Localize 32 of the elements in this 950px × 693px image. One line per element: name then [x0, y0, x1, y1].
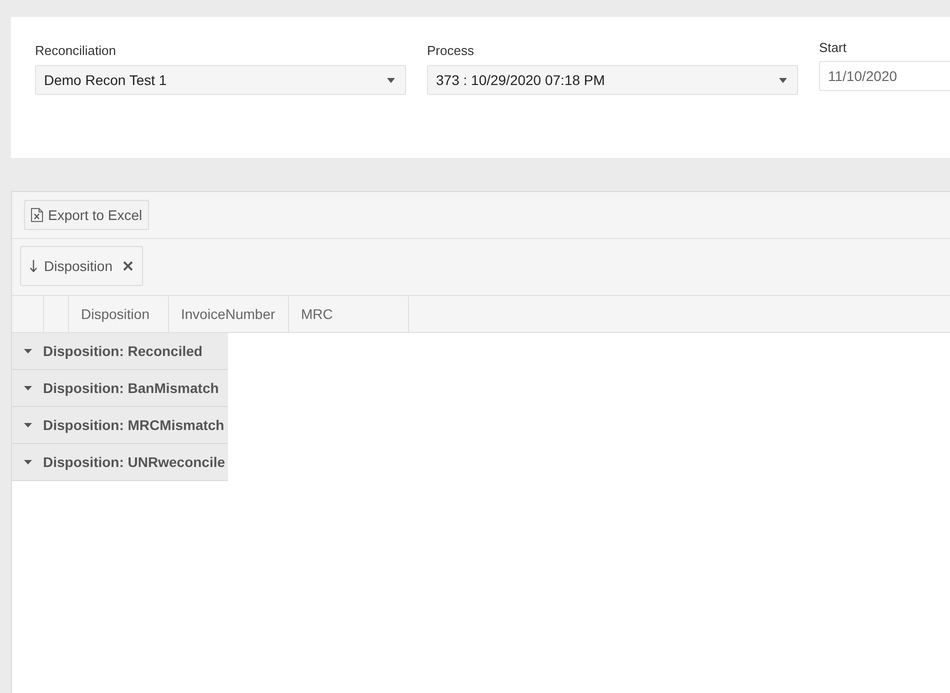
group-row[interactable]: Disposition: Reconciled [12, 333, 228, 370]
export-button[interactable]: Export to Excel [24, 200, 150, 230]
dropdown-value: 373 : 10/29/2020 07:18 PM [436, 70, 605, 90]
field-label: Start [819, 40, 848, 56]
group-row[interactable]: Disposition: BanMismatch [12, 370, 228, 407]
arrow-down-icon[interactable] [30, 260, 37, 272]
group-row[interactable]: Disposition: UNRweconcile [12, 444, 228, 481]
close-icon[interactable] [123, 261, 134, 271]
caret-down-icon [387, 78, 395, 82]
dropdown-value: Demo Recon Test 1 [44, 70, 167, 90]
spreadsheet-file-icon [31, 208, 43, 222]
caret-down-icon[interactable] [24, 421, 32, 429]
column-header[interactable]: MRC [301, 304, 333, 324]
chip-label: Disposition [44, 256, 112, 276]
group-row[interactable]: Disposition: MRCMismatch [12, 407, 228, 444]
group-label: Disposition: MRCMismatch [43, 416, 224, 435]
caret-down-icon[interactable] [24, 347, 32, 355]
date-value: 11/10/2020 [828, 66, 898, 86]
column-header[interactable]: InvoiceNumber [181, 304, 276, 324]
group-label: Disposition: Reconciled [43, 342, 202, 361]
column-header[interactable]: Disposition [81, 304, 150, 324]
date-input[interactable]: 11/10/2020 [819, 61, 950, 91]
field-label: Reconciliation [35, 43, 117, 59]
group-label: Disposition: BanMismatch [43, 378, 219, 398]
field-label: Process [427, 43, 475, 59]
caret-down-icon[interactable] [24, 458, 32, 466]
group-label: Disposition: UNRweconcile [43, 452, 226, 472]
caret-down-icon [779, 78, 787, 82]
dropdown[interactable]: 373 : 10/29/2020 07:18 PM [427, 65, 798, 95]
caret-down-icon[interactable] [24, 384, 32, 392]
group-chip[interactable]: Disposition [20, 246, 144, 286]
dropdown[interactable]: Demo Recon Test 1 [35, 65, 406, 95]
